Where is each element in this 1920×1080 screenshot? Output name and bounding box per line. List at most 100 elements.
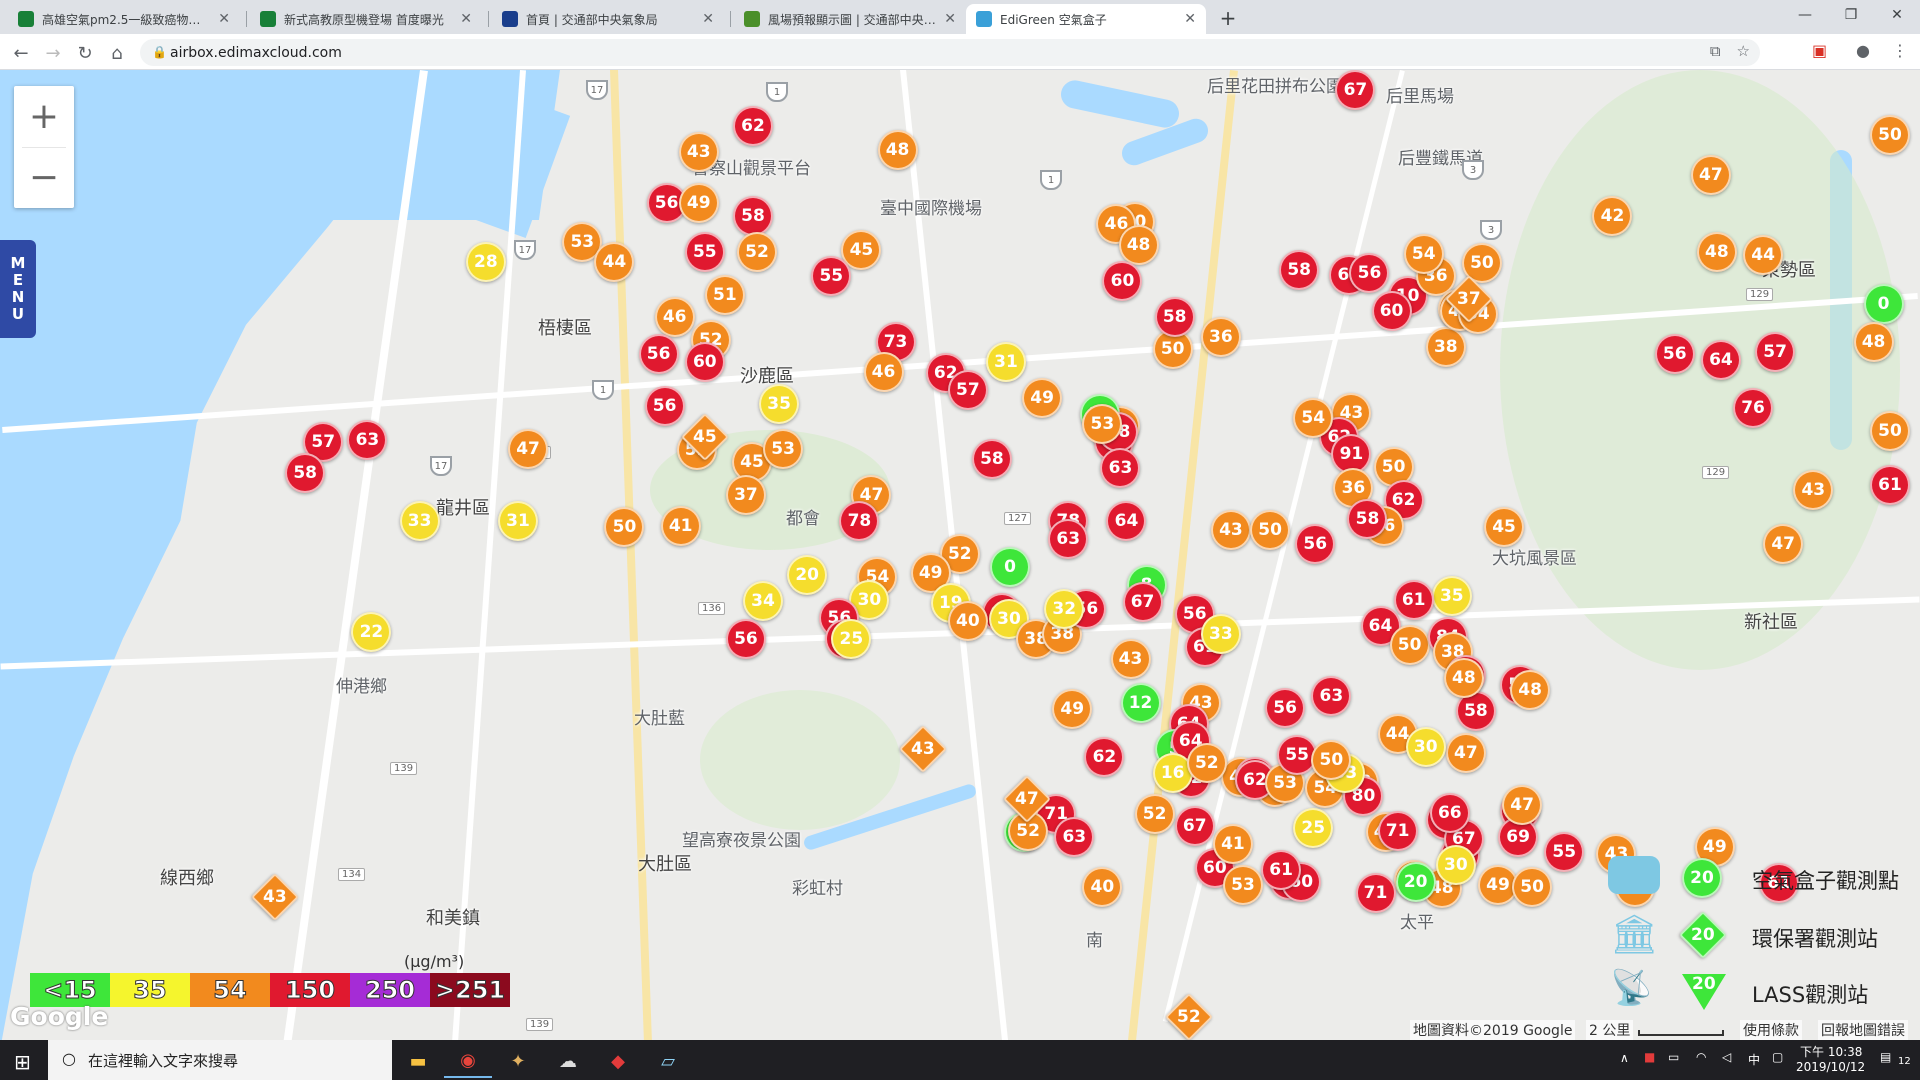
app-icon[interactable]: ☁: [544, 1044, 592, 1078]
ime-mode-icon[interactable]: ▢: [1772, 1050, 1783, 1064]
pm25-station-marker[interactable]: 55: [1544, 832, 1585, 873]
pm25-station-marker[interactable]: 31: [986, 341, 1026, 382]
pm25-station-marker[interactable]: 58: [285, 453, 326, 494]
pm25-station-marker[interactable]: 25: [831, 618, 872, 659]
pm25-station-marker[interactable]: 55: [684, 231, 725, 272]
pm25-station-marker[interactable]: 60: [1102, 261, 1143, 302]
pm25-station-marker[interactable]: 67: [1335, 70, 1376, 110]
pm25-station-marker[interactable]: 58: [1154, 297, 1195, 338]
pm25-station-marker[interactable]: 64: [1106, 500, 1147, 541]
pm25-station-marker[interactable]: 57: [1755, 331, 1796, 372]
pm25-station-marker[interactable]: 25: [1293, 807, 1334, 848]
pm25-station-marker[interactable]: 43: [1793, 469, 1834, 510]
pm25-station-marker[interactable]: 66: [1429, 792, 1470, 833]
pm25-station-marker[interactable]: 44: [594, 241, 635, 282]
epa-station-marker[interactable]: 43: [898, 724, 948, 774]
pm25-station-marker[interactable]: 56: [725, 618, 766, 659]
pm25-station-marker[interactable]: 33: [1200, 614, 1241, 654]
pm25-station-marker[interactable]: 30: [1435, 845, 1476, 886]
reload-icon[interactable]: ↻: [72, 40, 98, 66]
pm25-station-marker[interactable]: 56: [1654, 333, 1695, 374]
pm25-station-marker[interactable]: 54: [1403, 233, 1444, 274]
pm25-station-marker[interactable]: 48: [877, 130, 918, 171]
pm25-station-marker[interactable]: 48: [1696, 231, 1737, 272]
pm25-station-marker[interactable]: 20: [787, 554, 828, 595]
pm25-station-marker[interactable]: 37: [725, 474, 766, 515]
extension-icon[interactable]: ▣: [1812, 41, 1827, 60]
minimize-icon[interactable]: —: [1782, 0, 1828, 30]
profile-icon[interactable]: ●: [1856, 41, 1870, 60]
pm25-station-marker[interactable]: 41: [1212, 823, 1253, 864]
pm25-station-marker[interactable]: 52: [1134, 794, 1175, 835]
pm25-station-marker[interactable]: 63: [1054, 817, 1095, 858]
pm25-station-marker[interactable]: 64: [1700, 340, 1741, 381]
pm25-station-marker[interactable]: 48: [1443, 658, 1484, 699]
epa-station-marker[interactable]: 43: [250, 872, 300, 922]
pm25-station-marker[interactable]: 63: [347, 420, 388, 461]
pm25-station-marker[interactable]: 63: [1100, 448, 1141, 489]
browser-tab[interactable]: 首頁 | 交通部中央氣象局 ✕: [492, 4, 724, 34]
pm25-station-marker[interactable]: 55: [811, 256, 852, 297]
pm25-station-marker[interactable]: 46: [654, 297, 695, 338]
translate-icon[interactable]: ⧉: [1710, 42, 1721, 60]
pm25-station-marker[interactable]: 48: [1118, 225, 1159, 266]
pm25-station-marker[interactable]: 12: [1120, 682, 1161, 723]
pm25-station-marker[interactable]: 58: [1279, 249, 1320, 290]
close-icon[interactable]: ✕: [944, 11, 956, 27]
pm25-station-marker[interactable]: 58: [971, 438, 1012, 479]
tray-app-icon[interactable]: ■: [1644, 1050, 1655, 1064]
pm25-station-marker[interactable]: 56: [1349, 253, 1390, 294]
pm25-station-marker[interactable]: 60: [1371, 290, 1412, 331]
app-icon[interactable]: ◆: [594, 1044, 642, 1078]
pm25-station-marker[interactable]: 50: [604, 507, 645, 548]
bookmark-star-icon[interactable]: ☆: [1737, 42, 1750, 60]
home-icon[interactable]: ⌂: [104, 40, 130, 66]
pm25-station-marker[interactable]: 40: [1082, 867, 1123, 908]
pm25-station-marker[interactable]: 61: [1870, 464, 1910, 505]
pm25-station-marker[interactable]: 56: [638, 333, 679, 374]
pm25-station-marker[interactable]: 62: [732, 105, 773, 146]
report-error-link[interactable]: 回報地圖錯誤: [1818, 1020, 1908, 1040]
browser-tab[interactable]: 高雄空氣pm2.5一級致癌物又襲 ✕: [8, 4, 240, 34]
tray-chevron-icon[interactable]: ∧: [1620, 1051, 1629, 1065]
browser-tab[interactable]: 新式高教原型機登場 首度曝光 ✕: [250, 4, 482, 34]
map-canvas[interactable]: 后里花田拼布公園 后里馬場 后豐鐵馬道 警察山觀景平台 臺中國際機場 東勢區 梧…: [0, 70, 1920, 1040]
pm25-station-marker[interactable]: 43: [1210, 509, 1251, 550]
pm25-station-marker[interactable]: 71: [1355, 873, 1396, 914]
pm25-station-marker[interactable]: 45: [1484, 507, 1525, 548]
pm25-station-marker[interactable]: 63: [1048, 518, 1089, 559]
pm25-station-marker[interactable]: 40: [947, 600, 988, 641]
pm25-station-marker[interactable]: 56: [644, 386, 685, 427]
close-window-icon[interactable]: ✕: [1874, 0, 1920, 30]
pm25-station-marker[interactable]: 43: [678, 131, 719, 172]
pm25-station-marker[interactable]: 61: [1393, 579, 1434, 620]
pm25-station-marker[interactable]: 49: [1022, 377, 1063, 418]
file-explorer-icon[interactable]: ▬: [394, 1044, 442, 1078]
pm25-station-marker[interactable]: 20: [1395, 861, 1436, 902]
browser-tab[interactable]: 風場預報顯示圖 | 交通部中央氣象 ✕: [734, 4, 966, 34]
pm25-station-marker[interactable]: 34: [743, 581, 784, 622]
pm25-station-marker[interactable]: 50: [1870, 410, 1910, 451]
pm25-station-marker[interactable]: 38: [1425, 327, 1466, 367]
pm25-station-marker[interactable]: 46: [863, 351, 904, 392]
clock-date[interactable]: 2019/10/12: [1796, 1060, 1865, 1074]
back-icon[interactable]: ←: [8, 40, 34, 66]
pm25-station-marker[interactable]: 35: [1431, 576, 1472, 617]
pm25-station-marker[interactable]: 60: [684, 341, 725, 382]
pm25-station-marker[interactable]: 47: [1690, 154, 1731, 195]
pm25-station-marker[interactable]: 41: [660, 505, 701, 546]
windows-start-icon[interactable]: ⊞: [14, 1050, 31, 1074]
zoom-in-button[interactable]: +: [14, 86, 74, 147]
pm25-station-marker[interactable]: 57: [947, 369, 988, 410]
pm25-station-marker[interactable]: 31: [498, 500, 539, 541]
pm25-station-marker[interactable]: 44: [1743, 235, 1784, 276]
pm25-station-marker[interactable]: 0: [990, 546, 1031, 587]
pm25-station-marker[interactable]: 49: [1052, 689, 1093, 730]
forward-icon[interactable]: →: [40, 40, 66, 66]
pm25-station-marker[interactable]: 48: [1510, 669, 1551, 710]
pm25-station-marker[interactable]: 56: [1265, 687, 1306, 728]
pm25-station-marker[interactable]: 62: [1084, 737, 1125, 777]
network-icon[interactable]: ◠: [1696, 1050, 1706, 1064]
pm25-station-marker[interactable]: 47: [508, 428, 549, 469]
pm25-station-marker[interactable]: 43: [1110, 638, 1151, 679]
